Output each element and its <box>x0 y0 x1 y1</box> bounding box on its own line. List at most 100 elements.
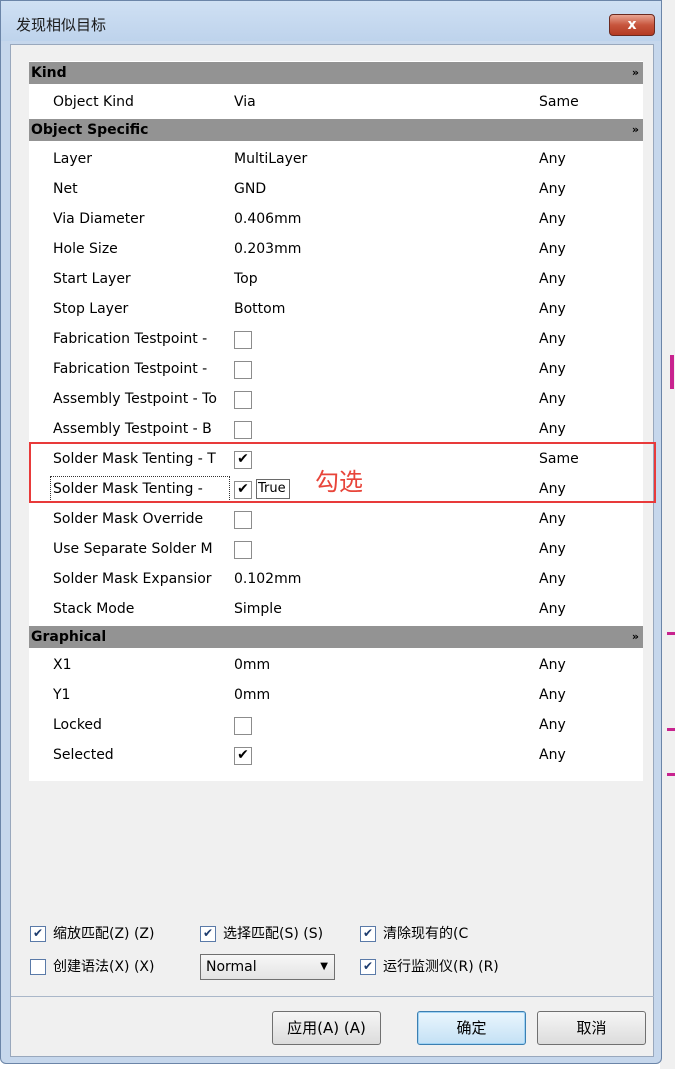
section-kind[interactable]: Kind » <box>29 62 643 84</box>
property-value[interactable]: 0mm <box>230 683 528 707</box>
mode-select[interactable]: Normal ▼ <box>200 954 335 980</box>
property-label: Layer <box>53 151 93 167</box>
property-label: Stack Mode <box>53 601 135 617</box>
footer-divider <box>11 996 654 997</box>
property-checkbox[interactable] <box>234 541 252 559</box>
match-selector[interactable]: Any <box>535 567 641 591</box>
property-checkbox[interactable] <box>234 331 252 349</box>
close-button[interactable]: x <box>609 14 655 36</box>
zoom-match-checkbox[interactable]: ✔ <box>30 926 46 942</box>
match-selector[interactable]: Any <box>535 597 641 621</box>
property-value[interactable]: 0.203mm <box>230 237 528 261</box>
match-selector[interactable]: Any <box>535 357 641 381</box>
property-label: Fabrication Testpoint - <box>53 361 208 377</box>
dialog-client-area: Kind » Object Kind Via Same Object Speci… <box>10 44 654 1057</box>
create-expression-checkbox[interactable] <box>30 959 46 975</box>
match-selector[interactable]: Any <box>535 653 641 677</box>
match-selector[interactable]: Any <box>535 387 641 411</box>
collapse-chevron-icon[interactable]: » <box>632 62 639 84</box>
close-icon: x <box>627 17 637 33</box>
match-selector[interactable]: Any <box>535 507 641 531</box>
window-title: 发现相似目标 <box>16 16 107 34</box>
zoom-match-label: 缩放匹配(Z) (Z) <box>53 926 155 942</box>
match-selector[interactable]: Any <box>535 297 641 321</box>
property-value[interactable]: Bottom <box>230 297 528 321</box>
background-mark <box>667 773 675 776</box>
collapse-chevron-icon[interactable]: » <box>632 119 639 141</box>
match-selector[interactable]: Same <box>535 90 641 114</box>
match-selector[interactable]: Any <box>535 327 641 351</box>
property-label: Y1 <box>53 687 71 703</box>
match-selector[interactable]: Any <box>535 177 641 201</box>
match-selector[interactable]: Any <box>535 417 641 441</box>
row-via-diameter: Via Diameter 0.406mm Any <box>29 207 643 231</box>
property-grid: Kind » Object Kind Via Same Object Speci… <box>29 61 643 781</box>
property-checkbox[interactable]: ✔ <box>234 747 252 765</box>
property-label: Via Diameter <box>53 211 145 227</box>
property-checkbox[interactable] <box>234 391 252 409</box>
background-mark <box>667 728 675 731</box>
match-selector[interactable]: Any <box>535 743 641 767</box>
property-label: Object Kind <box>53 94 134 110</box>
annotation-label: 勾选 <box>315 468 363 496</box>
section-object-specific[interactable]: Object Specific » <box>29 119 643 141</box>
row-locked: Locked Any <box>29 713 643 737</box>
row-use-separate-solder-mask: Use Separate Solder M Any <box>29 537 643 561</box>
property-checkbox[interactable] <box>234 361 252 379</box>
dropdown-arrow-icon: ▼ <box>320 961 328 972</box>
match-selector[interactable]: Any <box>535 267 641 291</box>
collapse-chevron-icon[interactable]: » <box>632 626 639 648</box>
property-value[interactable]: Top <box>230 267 528 291</box>
property-value[interactable]: MultiLayer <box>230 147 528 171</box>
row-asm-testpoint-bottom: Assembly Testpoint - B Any <box>29 417 643 441</box>
row-layer: Layer MultiLayer Any <box>29 147 643 171</box>
property-label: Solder Mask Expansior <box>53 571 212 587</box>
apply-button[interactable]: 应用(A) (A) <box>272 1011 381 1045</box>
match-selector[interactable]: Any <box>535 237 641 261</box>
row-fab-testpoint-top: Fabrication Testpoint - Any <box>29 327 643 351</box>
property-value[interactable]: Via <box>230 90 528 114</box>
match-selector[interactable]: Any <box>535 537 641 561</box>
property-label: Solder Mask Override <box>53 511 204 527</box>
property-value[interactable]: GND <box>230 177 528 201</box>
row-stop-layer: Stop Layer Bottom Any <box>29 297 643 321</box>
property-label: Net <box>53 181 78 197</box>
property-value[interactable]: 0mm <box>230 653 528 677</box>
ok-button[interactable]: 确定 <box>417 1011 526 1045</box>
background-mark <box>667 632 675 635</box>
clear-existing-checkbox[interactable]: ✔ <box>360 926 376 942</box>
cancel-button[interactable]: 取消 <box>537 1011 646 1045</box>
match-selector[interactable]: Any <box>535 147 641 171</box>
title-bar[interactable]: 发现相似目标 x <box>1 1 661 41</box>
row-stack-mode: Stack Mode Simple Any <box>29 597 643 621</box>
select-match-label: 选择匹配(S) (S) <box>223 926 324 942</box>
mode-select-value: Normal <box>206 959 257 975</box>
property-label: Locked <box>53 717 102 733</box>
property-value[interactable]: 0.102mm <box>230 567 528 591</box>
property-label: X1 <box>53 657 72 673</box>
select-match-checkbox[interactable]: ✔ <box>200 926 216 942</box>
row-start-layer: Start Layer Top Any <box>29 267 643 291</box>
property-checkbox[interactable] <box>234 421 252 439</box>
match-selector[interactable]: Any <box>535 683 641 707</box>
clear-existing-label: 清除现有的(C <box>383 926 469 942</box>
match-selector[interactable]: Any <box>535 207 641 231</box>
property-label: Start Layer <box>53 271 131 287</box>
section-graphical[interactable]: Graphical » <box>29 626 643 648</box>
property-checkbox[interactable] <box>234 511 252 529</box>
create-expression-label: 创建语法(X) (X) <box>53 959 155 975</box>
property-label: Assembly Testpoint - To <box>53 391 217 407</box>
row-selected: Selected ✔ Any <box>29 743 643 767</box>
property-value[interactable]: 0.406mm <box>230 207 528 231</box>
property-checkbox[interactable] <box>234 717 252 735</box>
background-mark <box>670 355 674 389</box>
row-solder-mask-expansion: Solder Mask Expansior 0.102mm Any <box>29 567 643 591</box>
row-x1: X1 0mm Any <box>29 653 643 677</box>
row-asm-testpoint-top: Assembly Testpoint - To Any <box>29 387 643 411</box>
row-solder-mask-override: Solder Mask Override Any <box>29 507 643 531</box>
background-area <box>660 0 675 1069</box>
property-value[interactable]: Simple <box>230 597 528 621</box>
run-inspector-checkbox[interactable]: ✔ <box>360 959 376 975</box>
row-y1: Y1 0mm Any <box>29 683 643 707</box>
match-selector[interactable]: Any <box>535 713 641 737</box>
